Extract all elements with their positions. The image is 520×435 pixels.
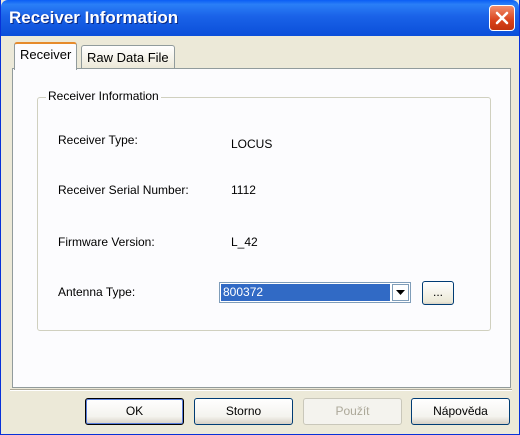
button-separator bbox=[10, 389, 512, 391]
serial-number-label: Receiver Serial Number: bbox=[58, 183, 189, 197]
receiver-information-dialog: Receiver Information Receiver Raw Data F… bbox=[0, 0, 520, 435]
group-legend: Receiver Information bbox=[46, 89, 161, 103]
tab-receiver-label: Receiver bbox=[20, 47, 72, 62]
antenna-type-label: Antenna Type: bbox=[58, 285, 136, 299]
close-icon bbox=[495, 11, 509, 25]
tab-raw-data-file-label: Raw Data File bbox=[87, 50, 169, 65]
chevron-down-icon bbox=[396, 290, 405, 295]
close-button[interactable] bbox=[489, 5, 515, 31]
tab-raw-data-file[interactable]: Raw Data File bbox=[81, 45, 175, 68]
antenna-type-select[interactable]: 800372 bbox=[219, 282, 411, 303]
help-button[interactable]: Nápověda bbox=[411, 398, 510, 425]
serial-number-value: 1112 bbox=[231, 183, 256, 197]
firmware-version-value: L_42 bbox=[231, 235, 258, 249]
dropdown-button[interactable] bbox=[392, 284, 409, 301]
antenna-browse-button[interactable]: ... bbox=[422, 281, 454, 305]
receiver-type-value: LOCUS bbox=[231, 137, 273, 151]
cancel-button[interactable]: Storno bbox=[194, 398, 293, 425]
firmware-version-label: Firmware Version: bbox=[58, 235, 155, 249]
apply-button[interactable]: Použít bbox=[303, 398, 402, 425]
tab-receiver[interactable]: Receiver bbox=[14, 42, 78, 70]
receiver-tab-panel: Receiver Information Receiver Type: LOCU… bbox=[12, 68, 511, 388]
title-bar[interactable]: Receiver Information bbox=[1, 0, 519, 36]
antenna-type-selected-value: 800372 bbox=[221, 284, 390, 301]
ok-button[interactable]: OK bbox=[85, 398, 184, 425]
window-title: Receiver Information bbox=[9, 8, 179, 27]
receiver-type-label: Receiver Type: bbox=[58, 133, 138, 147]
